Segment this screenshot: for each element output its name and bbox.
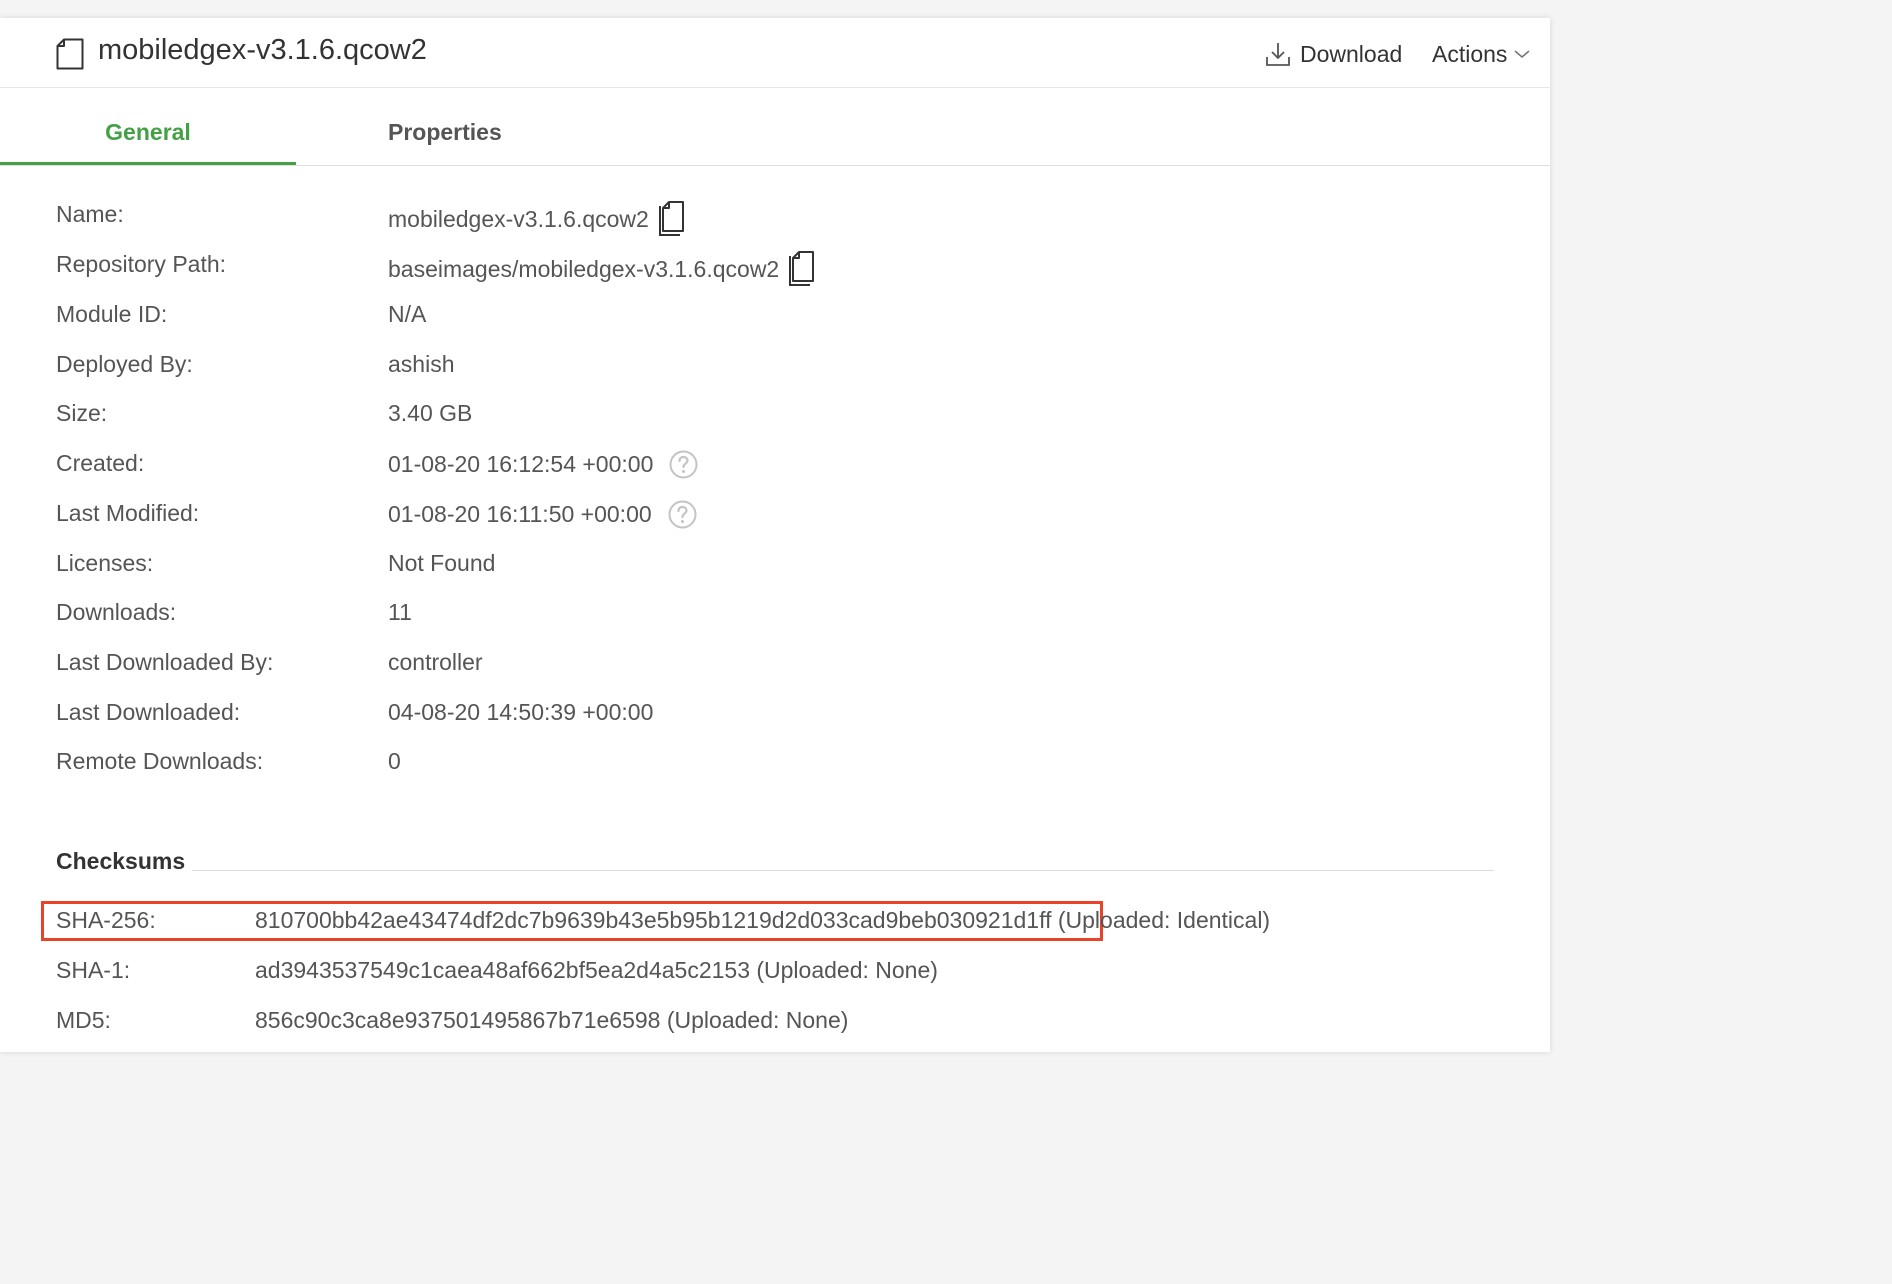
created-label: Created:	[56, 450, 145, 476]
checksums-divider	[192, 870, 1494, 871]
last-modified-text: 01-08-20 16:11:50 +00:00	[388, 501, 652, 527]
downloads-label: Downloads:	[56, 599, 177, 625]
last-downloaded-by-label: Last Downloaded By:	[56, 649, 274, 675]
sha256-value: 810700bb42ae43474df2dc7b9639b43e5b95b121…	[255, 907, 1270, 934]
checksums-heading: Checksums	[56, 848, 186, 874]
remote-downloads-value: 0	[388, 748, 401, 774]
page-title: mobiledgex-v3.1.6.qcow2	[98, 34, 427, 66]
chevron-down-icon	[1514, 50, 1530, 59]
tab-general[interactable]: General	[0, 88, 296, 165]
sha256-label: SHA-256:	[56, 907, 156, 933]
download-label: Download	[1300, 40, 1403, 67]
name-label: Name:	[56, 201, 124, 227]
sha1-hash: ad3943537549c1caea48af662bf5ea2d4a5c2153	[255, 957, 750, 983]
repository-path-text: baseimages/mobiledgex-v3.1.6.qcow2	[388, 255, 780, 282]
name-text: mobiledgex-v3.1.6.qcow2	[388, 205, 649, 232]
sha1-label: SHA-1:	[56, 957, 131, 983]
module-id-label: Module ID:	[56, 301, 168, 327]
sha256-status: (Uploaded: Identical)	[1057, 907, 1271, 933]
remote-downloads-label: Remote Downloads:	[56, 748, 264, 774]
file-icon	[56, 38, 84, 70]
tab-bar: General Properties	[0, 88, 1550, 166]
licenses-value: Not Found	[388, 550, 496, 576]
download-icon	[1266, 43, 1290, 66]
last-modified-value: 01-08-20 16:11:50 +00:00	[388, 500, 697, 529]
last-downloaded-value: 04-08-20 14:50:39 +00:00	[388, 699, 654, 725]
size-value: 3.40 GB	[388, 400, 473, 426]
size-label: Size:	[56, 400, 108, 426]
download-button[interactable]: Download	[1264, 38, 1402, 70]
md5-hash: 856c90c3ca8e937501495867b71e6598	[255, 1007, 661, 1033]
repository-path-label: Repository Path:	[56, 251, 227, 277]
tab-properties[interactable]: Properties	[388, 88, 502, 165]
name-value: mobiledgex-v3.1.6.qcow2	[388, 201, 686, 237]
sha1-status: (Uploaded: None)	[756, 957, 938, 983]
panel-header: mobiledgex-v3.1.6.qcow2 Download Actions	[0, 18, 1550, 88]
sha1-value: ad3943537549c1caea48af662bf5ea2d4a5c2153…	[255, 957, 938, 984]
md5-label: MD5:	[56, 1007, 111, 1033]
copy-icon[interactable]	[786, 251, 816, 287]
downloads-value: 11	[388, 599, 412, 625]
actions-label: Actions	[1432, 40, 1508, 67]
deployed-by-value: ashish	[388, 351, 455, 377]
created-text: 01-08-20 16:12:54 +00:00	[388, 451, 654, 477]
last-downloaded-label: Last Downloaded:	[56, 699, 241, 725]
artifact-details-panel: mobiledgex-v3.1.6.qcow2 Download Actions…	[0, 18, 1550, 1052]
licenses-label: Licenses:	[56, 550, 154, 576]
deployed-by-label: Deployed By:	[56, 351, 193, 377]
md5-value: 856c90c3ca8e937501495867b71e6598 (Upload…	[255, 1007, 848, 1034]
help-icon[interactable]	[668, 500, 697, 529]
module-id-value: N/A	[388, 301, 427, 327]
sha256-hash: 810700bb42ae43474df2dc7b9639b43e5b95b121…	[255, 907, 1052, 933]
repository-path-value: baseimages/mobiledgex-v3.1.6.qcow2	[388, 251, 816, 287]
created-value: 01-08-20 16:12:54 +00:00	[388, 450, 698, 479]
last-downloaded-by-value: controller	[388, 649, 483, 675]
help-icon[interactable]	[669, 450, 698, 479]
last-modified-label: Last Modified:	[56, 500, 200, 526]
actions-dropdown[interactable]: Actions	[1432, 38, 1530, 70]
copy-icon[interactable]	[656, 201, 686, 237]
md5-status: (Uploaded: None)	[666, 1007, 849, 1033]
